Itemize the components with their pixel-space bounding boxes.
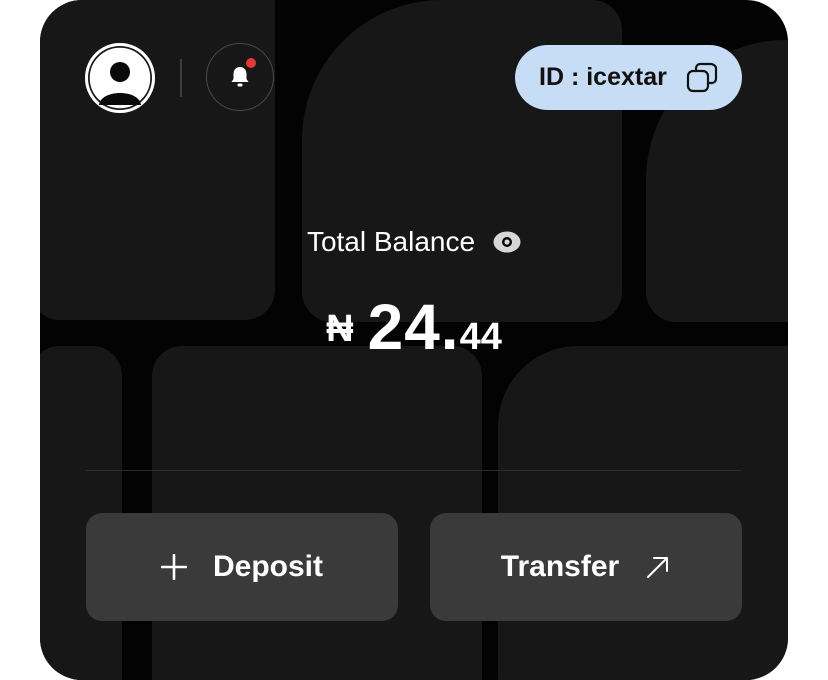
balance-integer: 24. xyxy=(367,291,460,363)
notification-badge xyxy=(246,58,256,68)
transfer-button[interactable]: Transfer xyxy=(430,513,742,621)
deposit-button[interactable]: Deposit xyxy=(86,513,398,621)
user-id-pill[interactable]: ID : icextar xyxy=(515,45,742,110)
bell-icon xyxy=(229,65,251,89)
notifications-button[interactable] xyxy=(206,43,274,111)
currency-symbol: ₦ xyxy=(326,308,354,350)
deposit-label: Deposit xyxy=(212,550,323,583)
balance-decimal: 44 xyxy=(459,316,502,358)
balance-label-row: Total Balance xyxy=(40,226,788,258)
section-divider xyxy=(86,470,742,471)
copy-icon[interactable] xyxy=(686,62,718,101)
transfer-label: Transfer xyxy=(500,550,620,583)
total-balance-label: Total Balance xyxy=(306,226,476,257)
eye-icon[interactable] xyxy=(493,231,521,253)
plus-icon xyxy=(160,554,187,580)
arrow-up-right-icon xyxy=(645,554,671,580)
balance-amount: ₦ 24.44 xyxy=(40,290,788,364)
user-avatar-icon[interactable] xyxy=(85,43,155,113)
header-divider xyxy=(180,59,182,97)
user-id-label: ID : icextar xyxy=(539,63,667,91)
wallet-card: ID : icextar Total Balance ₦ 24.44 Depos… xyxy=(40,0,788,680)
